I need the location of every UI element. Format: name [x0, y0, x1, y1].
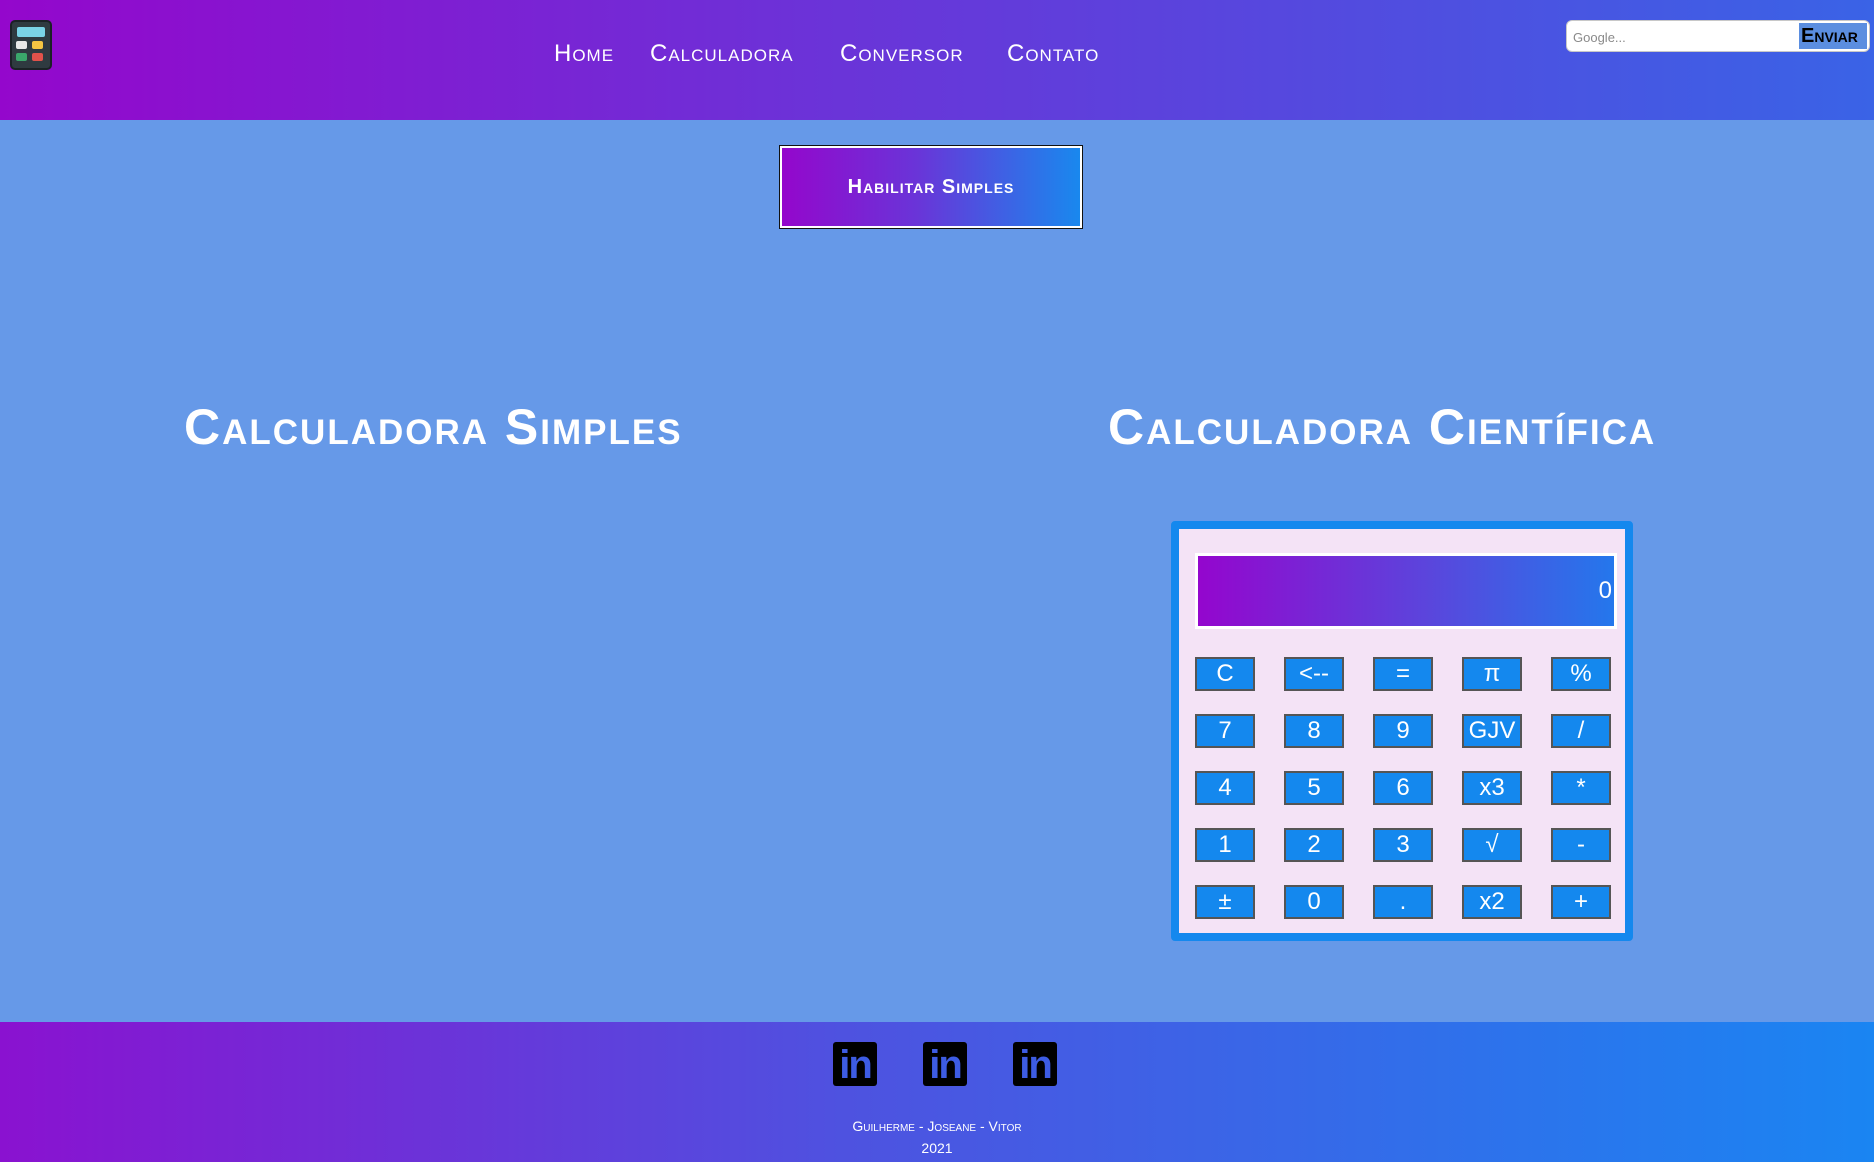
key-9[interactable]: 9: [1373, 714, 1433, 748]
search-form: Enviar: [1566, 20, 1870, 52]
footer-authors: Guilherme - Joseane - Vitor: [852, 1118, 1022, 1134]
enable-simple-button[interactable]: Habilitar Simples: [779, 145, 1083, 229]
key-5[interactable]: 5: [1284, 771, 1344, 805]
key-sqrt[interactable]: √: [1462, 828, 1522, 862]
scientific-calculator: 0 C <-- = π % 7 8 9 GJV / 4 5 6 x3 * 1 2…: [1171, 521, 1633, 941]
key-decimal[interactable]: .: [1373, 885, 1433, 919]
key-7[interactable]: 7: [1195, 714, 1255, 748]
linkedin-icon[interactable]: in: [1013, 1042, 1057, 1087]
nav-conversor[interactable]: Conversor: [840, 40, 964, 68]
key-square[interactable]: x2: [1462, 885, 1522, 919]
simple-calculator-title: Calculadora Simples: [184, 399, 683, 455]
key-pi[interactable]: π: [1462, 657, 1522, 691]
linkedin-icon[interactable]: in: [833, 1042, 877, 1087]
scientific-calculator-title: Calculadora Científica: [1108, 399, 1657, 455]
footer: in in in Guilherme - Joseane - Vitor 202…: [0, 1022, 1874, 1162]
key-subtract[interactable]: -: [1551, 828, 1611, 862]
nav-calculadora[interactable]: Calculadora: [650, 40, 794, 68]
nav-home[interactable]: Home: [554, 40, 614, 68]
key-multiply[interactable]: *: [1551, 771, 1611, 805]
key-add[interactable]: +: [1551, 885, 1611, 919]
key-8[interactable]: 8: [1284, 714, 1344, 748]
search-submit-button[interactable]: Enviar: [1799, 23, 1867, 49]
nav-contato[interactable]: Contato: [1007, 40, 1099, 68]
key-clear[interactable]: C: [1195, 657, 1255, 691]
key-backspace[interactable]: <--: [1284, 657, 1344, 691]
calculator-display: 0: [1195, 553, 1617, 629]
key-2[interactable]: 2: [1284, 828, 1344, 862]
key-divide[interactable]: /: [1551, 714, 1611, 748]
footer-year: 2021: [921, 1140, 953, 1156]
key-cube[interactable]: x3: [1462, 771, 1522, 805]
header: Home Calculadora Conversor Contato Envia…: [0, 0, 1874, 120]
linkedin-icon[interactable]: in: [923, 1042, 967, 1087]
key-0[interactable]: 0: [1284, 885, 1344, 919]
key-4[interactable]: 4: [1195, 771, 1255, 805]
key-percent[interactable]: %: [1551, 657, 1611, 691]
search-input[interactable]: [1567, 21, 1805, 51]
key-1[interactable]: 1: [1195, 828, 1255, 862]
key-equals[interactable]: =: [1373, 657, 1433, 691]
key-3[interactable]: 3: [1373, 828, 1433, 862]
key-plus-minus[interactable]: ±: [1195, 885, 1255, 919]
key-6[interactable]: 6: [1373, 771, 1433, 805]
key-gjv[interactable]: GJV: [1462, 714, 1522, 748]
